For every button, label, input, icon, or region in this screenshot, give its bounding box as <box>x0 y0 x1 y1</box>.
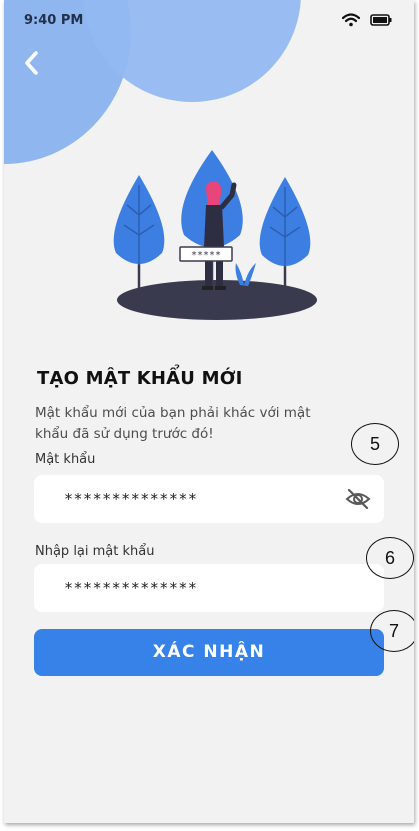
wifi-icon <box>342 13 360 27</box>
tree-right <box>259 177 311 293</box>
annotation-5: 5 <box>351 423 399 465</box>
submit-button[interactable]: XÁC NHẬN <box>34 629 384 676</box>
annotation-6: 6 <box>366 537 414 579</box>
confirm-password-field-container <box>34 564 384 612</box>
annotation-7: 7 <box>370 610 414 652</box>
tree-left <box>113 175 165 293</box>
back-arrow-icon[interactable] <box>18 48 48 78</box>
battery-icon <box>370 14 392 26</box>
confirm-password-input[interactable] <box>34 564 384 612</box>
illustration: ***** <box>113 150 317 320</box>
eye-off-icon[interactable] <box>345 487 371 511</box>
phone-screen: 9:40 PM ***** TẠO MẬT KHẨU MỚI Mật khẩu … <box>4 0 414 823</box>
page-title: TẠO MẬT KHẨU MỚI <box>37 368 243 389</box>
status-time: 9:40 PM <box>24 13 84 28</box>
password-mask-text: ***** <box>191 250 221 261</box>
password-label: Mật khẩu <box>35 452 96 467</box>
description-text: Mật khẩu mới của bạn phải khác với mật k… <box>35 405 311 442</box>
confirm-password-label: Nhập lại mật khẩu <box>35 544 155 559</box>
password-input[interactable] <box>34 475 384 523</box>
password-card: ***** <box>179 246 233 262</box>
password-field-container <box>34 475 384 523</box>
status-icons <box>342 13 392 27</box>
